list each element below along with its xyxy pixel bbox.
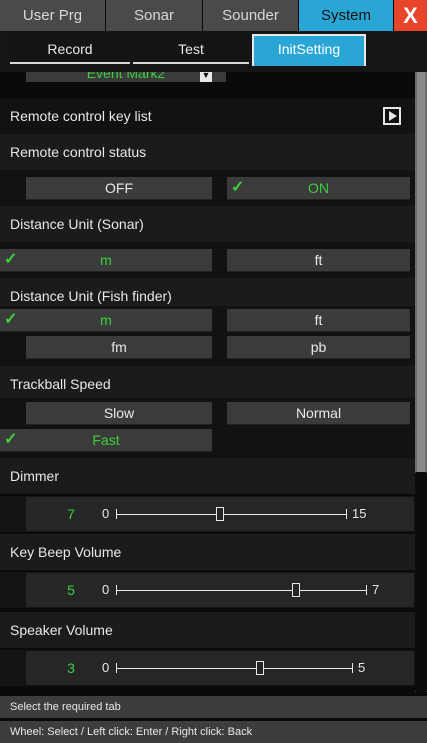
trackball-normal-button[interactable]: Normal (227, 402, 410, 425)
event-mark-select[interactable]: Event Mark2 (26, 72, 226, 82)
distance-fish-fm-button[interactable]: fm (26, 336, 212, 359)
speaker-slider-row: 3 0 5 (0, 650, 415, 686)
tab-system[interactable]: System (299, 0, 394, 31)
check-icon: ✓ (4, 311, 18, 328)
remote-key-list-row[interactable]: Remote control key list (0, 98, 415, 134)
distance-fish-m-button[interactable]: ✓ m (0, 309, 212, 332)
check-icon: ✓ (231, 179, 245, 196)
scrollbar-thumb[interactable] (415, 472, 427, 692)
distance-sonar-ft-button[interactable]: ft (227, 249, 410, 272)
check-icon: ✓ (4, 251, 18, 268)
status-bar: Select the required tab (0, 696, 427, 718)
subtab-initsetting[interactable]: InitSetting (252, 34, 366, 66)
dimmer-slider-row: 7 0 15 (0, 496, 415, 532)
speaker-volume-label: Speaker Volume (0, 612, 415, 648)
remote-status-options: OFF ✓ ON (0, 170, 415, 206)
speaker-slider[interactable]: 3 0 5 (26, 651, 414, 685)
key-beep-slider[interactable]: 5 0 7 (26, 573, 414, 607)
trackball-fast-button[interactable]: ✓ Fast (0, 429, 212, 452)
remote-status-on-button[interactable]: ✓ ON (227, 177, 410, 200)
remote-status-label: Remote control status (0, 134, 415, 170)
key-beep-slider-row: 5 0 7 (0, 572, 415, 608)
key-beep-slider-handle[interactable] (292, 583, 300, 597)
remote-status-on-label: ON (308, 180, 329, 196)
hint-bar: Wheel: Select / Left click: Enter / Righ… (0, 721, 427, 743)
subtab-record[interactable]: Record (10, 36, 130, 64)
dimmer-slider[interactable]: 7 0 15 (26, 497, 414, 531)
close-button[interactable]: X (394, 0, 427, 31)
scrollbar[interactable] (415, 72, 427, 692)
dimmer-value: 7 (67, 506, 75, 522)
key-beep-min: 0 (102, 582, 110, 597)
distance-fish-m-label: m (100, 312, 112, 328)
distance-sonar-options: ✓ m ft (0, 242, 415, 278)
distance-fish-ft-button[interactable]: ft (227, 309, 410, 332)
tab-sonar[interactable]: Sonar (106, 0, 203, 31)
top-tab-bar: User Prg Sonar Sounder System X (0, 0, 427, 32)
distance-sonar-label: Distance Unit (Sonar) (0, 206, 415, 242)
dropdown-arrow-icon[interactable]: ▼ (200, 72, 212, 82)
check-icon: ✓ (4, 431, 18, 448)
distance-fish-pb-button[interactable]: pb (227, 336, 410, 359)
play-icon[interactable] (383, 107, 401, 125)
trackball-slow-button[interactable]: Slow (26, 402, 212, 425)
distance-fish-options: ✓ m ft fm pb (0, 306, 415, 366)
subtab-test[interactable]: Test (133, 36, 249, 64)
distance-sonar-m-button[interactable]: ✓ m (0, 249, 212, 272)
sub-tab-bar: Record Test InitSetting (0, 32, 427, 72)
tab-user-prg[interactable]: User Prg (0, 0, 106, 31)
distance-sonar-m-label: m (100, 252, 112, 268)
dimmer-slider-handle[interactable] (216, 507, 224, 521)
key-beep-value: 5 (67, 582, 75, 598)
speaker-min: 0 (102, 660, 110, 675)
key-beep-max: 7 (372, 582, 380, 597)
trackball-fast-label: Fast (92, 432, 120, 448)
speaker-max: 5 (358, 660, 366, 675)
tab-sounder[interactable]: Sounder (203, 0, 299, 31)
key-beep-label: Key Beep Volume (0, 534, 415, 570)
remote-key-list-label: Remote control key list (10, 108, 152, 124)
trackball-options: Slow Normal ✓ Fast (0, 398, 415, 458)
settings-list[interactable]: Event Mark2 ▼ Remote control key list Re… (0, 72, 415, 692)
trackball-speed-label: Trackball Speed (0, 366, 415, 402)
remote-status-off-button[interactable]: OFF (26, 177, 212, 200)
dimmer-label: Dimmer (0, 458, 415, 494)
speaker-value: 3 (67, 660, 75, 676)
speaker-slider-handle[interactable] (256, 661, 264, 675)
dimmer-max: 15 (352, 506, 367, 521)
dimmer-min: 0 (102, 506, 110, 521)
